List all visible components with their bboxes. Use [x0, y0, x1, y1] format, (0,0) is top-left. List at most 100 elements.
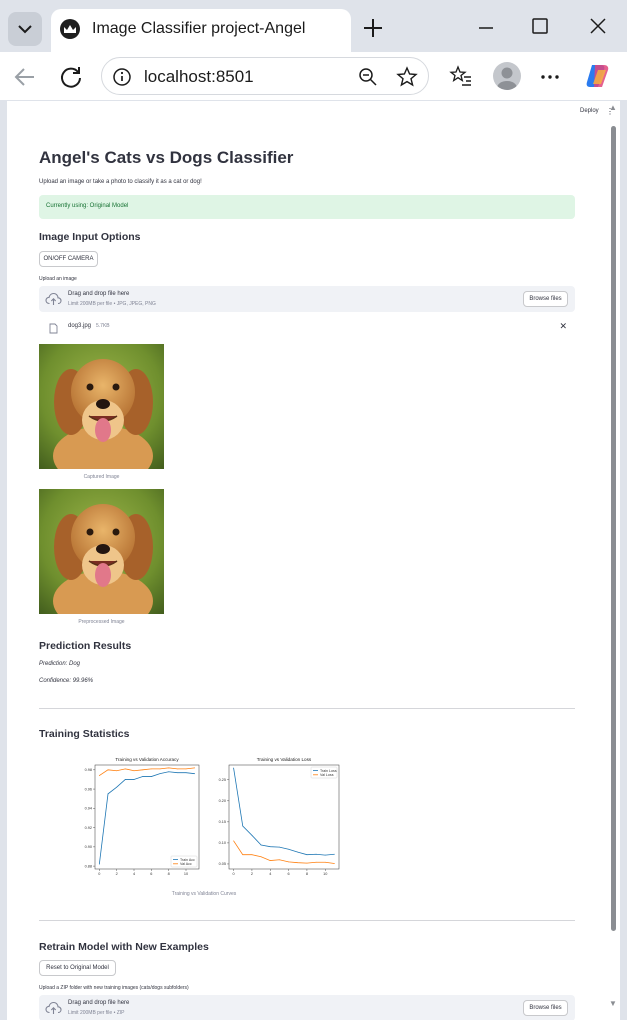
data-point	[98, 863, 100, 865]
tab-list-icon[interactable]	[8, 12, 42, 46]
data-point	[324, 861, 326, 863]
copilot-icon[interactable]	[584, 62, 612, 90]
camera-toggle-button[interactable]: ON/OFF CAMERA	[39, 251, 98, 267]
y-tick-label: 0.96	[85, 787, 92, 791]
data-point	[269, 846, 271, 848]
data-point	[159, 768, 161, 770]
profile-icon[interactable]	[493, 62, 521, 90]
model-status-alert: Currently using: Original Model	[39, 195, 575, 219]
file-icon	[49, 321, 58, 334]
dropzone-title: Drag and drop file here	[68, 1000, 130, 1006]
close-window-icon[interactable]	[586, 14, 610, 38]
chart-title: Training vs Validation Loss	[257, 757, 312, 762]
x-tick-label: 4	[269, 872, 271, 876]
browse-zip-button[interactable]: Browse files	[523, 1000, 568, 1016]
data-point	[176, 768, 178, 770]
data-point	[233, 767, 234, 769]
reload-icon[interactable]	[58, 64, 84, 90]
uploaded-file-row: dog3.jpg 5.7KB ✕	[39, 319, 575, 335]
scrollbar-thumb[interactable]	[611, 126, 616, 931]
data-point	[185, 772, 187, 774]
reset-model-button[interactable]: Reset to Original Model	[39, 960, 116, 976]
cloud-upload-icon	[45, 292, 62, 306]
plot-frame	[228, 764, 340, 870]
deploy-button[interactable]: Deploy	[580, 108, 599, 114]
favorites-icon[interactable]	[449, 64, 473, 88]
divider	[39, 708, 575, 709]
streamlit-page: Deploy ⋮ ▲ ▼ Angel's Cats vs Dogs Classi…	[7, 101, 620, 1020]
zip-dropzone[interactable]: Drag and drop file here Limit 200MB per …	[39, 995, 575, 1020]
streamlit-favicon	[60, 19, 80, 39]
dropzone-title: Drag and drop file here	[68, 291, 130, 297]
info-icon[interactable]	[112, 67, 132, 87]
dropzone-limit: Limit 200MB per file • JPG, JPEG, PNG	[68, 301, 156, 307]
data-point	[260, 844, 262, 846]
captured-image	[39, 344, 164, 469]
data-point	[185, 768, 187, 770]
x-tick-label: 0	[233, 872, 235, 876]
data-point	[168, 767, 170, 769]
address-bar[interactable]: localhost:8501	[101, 57, 429, 95]
data-point	[159, 773, 161, 775]
browse-files-button[interactable]: Browse files	[523, 291, 568, 307]
y-tick-label: 0.94	[85, 807, 92, 811]
plus-icon[interactable]	[362, 17, 384, 39]
prediction-text: Prediction: Dog	[39, 661, 81, 667]
legend-label: Val Loss	[320, 773, 334, 777]
divider	[39, 920, 575, 921]
accuracy-chart: Training vs Validation Accuracy 0 2 4 6 8 10 0.…	[73, 755, 203, 877]
loss-chart-svg: Training vs Validation Loss 0 2 4 6 8 10 0.05 0.…	[219, 757, 340, 876]
captured-image-caption: Captured Image	[83, 474, 120, 480]
y-tick-label: 0.20	[219, 799, 226, 803]
training-chart-caption: Training vs Validation Curves	[171, 891, 237, 897]
file-name: dog3.jpg	[68, 323, 92, 329]
x-tick-label: 6	[150, 872, 152, 876]
data-point	[176, 772, 178, 774]
data-point	[194, 773, 196, 775]
browser-toolbar: localhost:8501	[0, 52, 627, 100]
remove-file-icon[interactable]: ✕	[559, 321, 567, 332]
zoom-out-icon[interactable]	[358, 67, 378, 87]
legend-label: Val Acc	[180, 862, 192, 866]
data-point	[251, 854, 253, 856]
data-point	[124, 768, 126, 770]
data-point	[242, 854, 244, 856]
data-point	[107, 793, 109, 795]
x-tick-label: 4	[133, 872, 135, 876]
x-tick-label: 8	[168, 872, 170, 876]
x-tick-label: 10	[323, 872, 327, 876]
url-text[interactable]: localhost:8501	[144, 67, 254, 87]
data-point	[142, 776, 144, 777]
y-tick-label: 0.05	[219, 862, 226, 866]
y-tick-label: 0.98	[85, 768, 92, 772]
retrain-heading: Retrain Model with New Examples	[39, 941, 209, 953]
back-icon[interactable]	[12, 64, 38, 90]
y-tick-label: 0.90	[85, 845, 92, 849]
maximize-icon[interactable]	[528, 14, 552, 38]
data-point	[116, 770, 118, 772]
star-icon[interactable]	[396, 66, 418, 88]
data-point	[242, 825, 244, 827]
image-input-heading: Image Input Options	[39, 231, 141, 243]
data-point	[251, 834, 253, 836]
scroll-up-arrow[interactable]: ▲	[609, 103, 617, 112]
browser-tab[interactable]: Image Classifier project-Angel	[51, 9, 351, 52]
y-tick-label: 0.10	[219, 841, 226, 845]
scroll-down-arrow[interactable]: ▼	[609, 999, 617, 1008]
more-icon[interactable]	[538, 65, 562, 89]
x-tick-label: 2	[251, 872, 253, 876]
upload-label: Upload an image	[39, 276, 77, 282]
tab-strip: Image Classifier project-Angel	[0, 0, 627, 52]
zip-upload-label: Upload a ZIP folder with new training im…	[39, 985, 189, 991]
image-dropzone[interactable]: Drag and drop file here Limit 200MB per …	[39, 286, 575, 312]
preprocessed-image	[39, 489, 164, 614]
prediction-heading: Prediction Results	[39, 640, 132, 652]
loss-chart: Training vs Validation Loss 0 2 4 6 8 10 0.05 0.…	[207, 755, 343, 877]
y-tick-label: 0.88	[85, 864, 92, 868]
data-point	[260, 856, 262, 858]
dropzone-limit: Limit 200MB per file • ZIP	[68, 1010, 125, 1016]
minimize-icon[interactable]	[474, 16, 498, 40]
confidence-text: Confidence: 99.96%	[39, 678, 94, 684]
data-point	[168, 771, 170, 773]
data-point	[279, 846, 280, 848]
